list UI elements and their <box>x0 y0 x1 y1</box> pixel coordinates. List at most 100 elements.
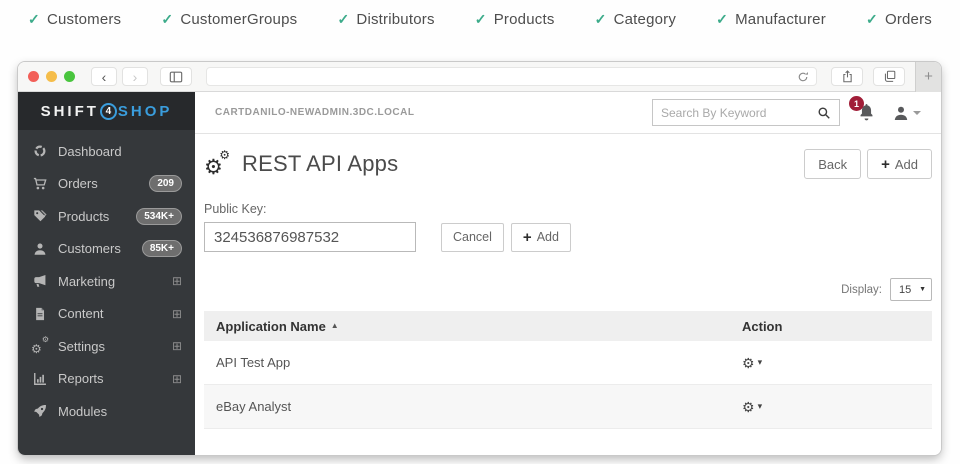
sync-item-customers: ✓ Customers <box>28 11 121 28</box>
add-app-button[interactable]: + Add <box>867 149 932 179</box>
sidebar-item-content[interactable]: Content ⊞ <box>18 298 195 331</box>
table-header: Application Name ▲ Action <box>204 311 932 341</box>
apps-table: Application Name ▲ Action API Test App ⚙… <box>204 311 932 429</box>
sort-asc-icon: ▲ <box>331 322 339 330</box>
expand-icon: ⊞ <box>172 308 182 320</box>
back-nav-button[interactable]: ‹ <box>91 67 117 86</box>
select-arrow-icon: ▼ <box>919 286 926 293</box>
page-title: REST API Apps <box>242 151 398 177</box>
share-icon <box>841 70 854 83</box>
public-key-label: Public Key: <box>204 202 932 216</box>
rest-api-gears-icon: ⚙⚙ <box>204 149 234 179</box>
sidebar-item-marketing[interactable]: Marketing ⊞ <box>18 265 195 298</box>
sync-item-label: Manufacturer <box>735 11 826 28</box>
notifications-button[interactable]: 1 <box>858 104 875 121</box>
bar-chart-icon <box>31 372 48 386</box>
public-key-input[interactable] <box>204 222 416 252</box>
search-input[interactable] <box>661 106 817 120</box>
account-icon <box>893 105 909 121</box>
sidebar-item-customers[interactable]: Customers 85K+ <box>18 233 195 266</box>
sidebar-item-label: Marketing <box>58 274 115 289</box>
tab-overview-button[interactable] <box>873 67 905 86</box>
customers-count-badge: 85K+ <box>142 240 182 257</box>
app-name-cell: API Test App <box>216 355 742 370</box>
sync-item-customergroups: ✓ CustomerGroups <box>161 11 297 28</box>
sidebar-item-reports[interactable]: Reports ⊞ <box>18 363 195 396</box>
sync-item-label: CustomerGroups <box>180 11 297 28</box>
page-header: ⚙⚙ REST API Apps Back + Add <box>204 146 932 182</box>
tags-icon <box>31 209 48 223</box>
window-controls <box>28 71 75 82</box>
public-key-section: Public Key: Cancel + Add <box>204 202 932 252</box>
cart-icon <box>31 177 48 191</box>
share-button[interactable] <box>831 67 863 86</box>
sidebar-item-label: Content <box>58 306 104 321</box>
notification-count-badge: 1 <box>849 96 864 111</box>
form-add-label: Add <box>537 230 559 244</box>
sidebar-item-products[interactable]: Products 534K+ <box>18 200 195 233</box>
expand-icon: ⊞ <box>172 373 182 385</box>
sidebar-item-orders[interactable]: Orders 209 <box>18 168 195 201</box>
gears-icon: ⚙⚙ <box>31 339 48 353</box>
nav-buttons: ‹ › <box>91 67 148 86</box>
gear-icon: ⚙ <box>742 400 755 414</box>
check-icon: ✓ <box>595 12 607 26</box>
column-action: Action <box>742 319 920 334</box>
refresh-icon[interactable] <box>797 71 809 83</box>
sync-item-label: Customers <box>47 11 121 28</box>
close-window-button[interactable] <box>28 71 39 82</box>
account-menu-button[interactable] <box>893 105 921 121</box>
sidebar-item-label: Customers <box>58 241 121 256</box>
check-icon: ✓ <box>161 12 173 26</box>
check-icon: ✓ <box>475 12 487 26</box>
sync-item-orders: ✓ Orders <box>866 11 932 28</box>
sync-item-category: ✓ Category <box>595 11 676 28</box>
sync-item-label: Products <box>494 11 555 28</box>
logo-text-shop: SHOP <box>118 103 173 120</box>
sidebar-item-label: Reports <box>58 371 104 386</box>
sync-item-distributors: ✓ Distributors <box>337 11 434 28</box>
url-input[interactable] <box>214 71 797 83</box>
sidebar-toggle-button[interactable] <box>160 67 192 86</box>
caret-down-icon: ▾ <box>758 358 763 367</box>
sync-item-label: Distributors <box>356 11 434 28</box>
chevron-down-icon <box>913 111 921 115</box>
expand-icon: ⊞ <box>172 340 182 352</box>
cancel-button[interactable]: Cancel <box>441 223 504 252</box>
check-icon: ✓ <box>866 12 878 26</box>
shift4shop-logo: SHIFT 4 SHOP <box>18 92 195 130</box>
sidebar-item-dashboard[interactable]: Dashboard <box>18 135 195 168</box>
new-tab-button[interactable]: + <box>915 62 941 92</box>
add-button-label: Add <box>895 157 918 172</box>
megaphone-icon <box>31 274 48 288</box>
sidebar-item-label: Products <box>58 209 109 224</box>
row-action-dropdown[interactable]: ⚙ ▾ <box>742 400 920 414</box>
search-icon[interactable] <box>817 106 831 120</box>
table-row: eBay Analyst ⚙ ▾ <box>204 385 932 429</box>
form-add-button[interactable]: + Add <box>511 223 571 252</box>
header-buttons: Back + Add <box>804 149 932 179</box>
sidebar-item-modules[interactable]: Modules <box>18 395 195 428</box>
plus-icon: + <box>523 230 532 245</box>
sync-item-label: Category <box>614 11 676 28</box>
display-row: Display: 15 ▼ <box>204 278 932 301</box>
display-count-select[interactable]: 15 ▼ <box>890 278 932 301</box>
row-action-dropdown[interactable]: ⚙ ▾ <box>742 356 920 370</box>
back-button[interactable]: Back <box>804 149 861 179</box>
page-content: ⚙⚙ REST API Apps Back + Add Public Key <box>195 134 941 455</box>
check-icon: ✓ <box>716 12 728 26</box>
sync-item-products: ✓ Products <box>475 11 555 28</box>
minimize-window-button[interactable] <box>46 71 57 82</box>
forward-nav-button[interactable]: › <box>122 67 148 86</box>
page: ✓ Customers ✓ CustomerGroups ✓ Distribut… <box>0 0 960 464</box>
zoom-window-button[interactable] <box>64 71 75 82</box>
table-row: API Test App ⚙ ▾ <box>204 341 932 385</box>
sync-item-label: Orders <box>885 11 932 28</box>
logo-number-badge: 4 <box>100 103 117 120</box>
search-box <box>652 99 840 126</box>
column-application-name[interactable]: Application Name ▲ <box>216 319 742 334</box>
sidebar-item-label: Dashboard <box>58 144 122 159</box>
sync-status-bar: ✓ Customers ✓ CustomerGroups ✓ Distribut… <box>0 0 960 38</box>
expand-icon: ⊞ <box>172 275 182 287</box>
sidebar-item-settings[interactable]: ⚙⚙ Settings ⊞ <box>18 330 195 363</box>
